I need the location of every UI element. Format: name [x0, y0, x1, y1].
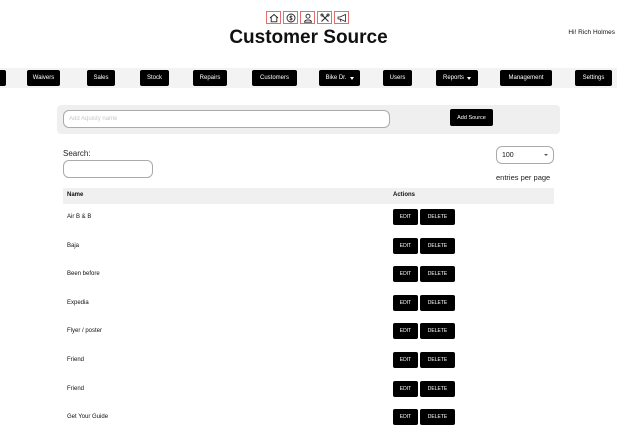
dollar-icon[interactable] [283, 11, 298, 24]
nav-item-label: Settings [582, 75, 605, 81]
delete-button[interactable]: DELETE [420, 380, 455, 397]
main-nav: Waivers Sales Stock Repairs Customers Bi… [0, 68, 617, 88]
nav-item-waivers[interactable]: Waivers [27, 70, 60, 86]
nav-item-label: Reports [442, 75, 464, 81]
user-icon[interactable] [300, 11, 315, 24]
nav-item-label: Stock [146, 75, 162, 81]
edit-button[interactable]: EDIT [393, 294, 418, 311]
entries-per-page-label: entries per page [496, 173, 551, 182]
top-icon-bar [266, 11, 349, 24]
page-title: Customer Source [229, 27, 388, 48]
nav-item-reports[interactable]: Reports [436, 70, 478, 86]
table-row: Baja EDIT DELETE [63, 237, 554, 257]
nav-item-settings[interactable]: Settings [575, 70, 612, 86]
table-row: Expedia EDIT DELETE [63, 294, 554, 314]
nav-item-label: Waivers [32, 75, 55, 81]
delete-button[interactable]: DELETE [420, 209, 455, 225]
source-name-cell: Expedia [67, 299, 89, 306]
delete-button[interactable]: DELETE [420, 323, 455, 340]
source-name-cell: Air B & B [67, 214, 92, 220]
nav-item-management[interactable]: Management [500, 70, 552, 86]
edit-button[interactable]: EDIT [393, 266, 418, 283]
nav-item-label: Sales [93, 75, 109, 81]
edit-button[interactable]: EDIT [393, 380, 418, 397]
column-header-actions: Actions [393, 192, 416, 198]
source-name-cell: Been before [67, 271, 100, 278]
user-greeting: Hi! Rich Holmes [568, 29, 615, 36]
table-row: Flyer / poster EDIT DELETE [63, 322, 554, 342]
home-icon[interactable] [266, 11, 281, 24]
table-row: Get Your Guide EDIT DELETE [63, 408, 554, 428]
table-row: Friend EDIT DELETE [63, 351, 554, 371]
search-label: Search: [63, 149, 91, 158]
delete-button[interactable]: DELETE [420, 237, 455, 254]
table-row: Been before EDIT DELETE [63, 265, 554, 285]
nav-item-users[interactable]: Users [383, 70, 412, 86]
source-name-input[interactable] [63, 110, 390, 128]
nav-item-bike-dr[interactable]: Bike Dr. [319, 70, 360, 86]
source-name-cell: Friend [67, 385, 85, 392]
nav-item-repairs[interactable]: Repairs [193, 70, 227, 86]
megaphone-icon[interactable] [334, 11, 349, 24]
source-name-cell: Get Your Guide [67, 414, 109, 421]
edit-button[interactable]: EDIT [393, 209, 418, 225]
source-name-cell: Friend [67, 357, 85, 363]
tools-icon[interactable] [317, 11, 332, 24]
delete-button[interactable]: DELETE [420, 266, 455, 283]
column-header-name[interactable]: Name [67, 192, 83, 198]
chevron-down-icon [467, 76, 471, 80]
per-page-value: 100 [502, 151, 514, 159]
chevron-down-icon [544, 154, 548, 156]
source-name-cell: Baja [67, 242, 80, 249]
delete-button[interactable]: DELETE [420, 409, 455, 426]
add-source-button[interactable]: Add Source [450, 109, 493, 126]
edit-button[interactable]: EDIT [393, 352, 418, 368]
nav-item-label: Repairs [199, 75, 221, 81]
nav-item-label: Users [389, 75, 406, 81]
nav-item-stock[interactable]: Stock [140, 70, 169, 86]
table-row: Air B & B EDIT DELETE [63, 208, 554, 228]
add-source-panel: Add Source [57, 105, 560, 134]
table-header: Name Actions [63, 188, 554, 204]
table-row: Friend EDIT DELETE [63, 380, 554, 400]
entries-per-page-select[interactable]: 100 [496, 146, 554, 164]
delete-button[interactable]: DELETE [420, 294, 455, 311]
nav-item-customers[interactable]: Customers [252, 70, 297, 86]
nav-item-sales[interactable]: Sales [87, 70, 115, 86]
nav-item-label: Customers [259, 75, 289, 81]
edit-button[interactable]: EDIT [393, 237, 418, 254]
search-input[interactable] [63, 160, 153, 178]
edit-button[interactable]: EDIT [393, 323, 418, 340]
delete-button[interactable]: DELETE [420, 352, 455, 368]
chevron-down-icon [349, 76, 354, 80]
nav-item-clipped[interactable] [0, 70, 6, 86]
nav-item-label: Management [508, 75, 544, 81]
edit-button[interactable]: EDIT [393, 409, 418, 426]
nav-item-label: Bike Dr. [325, 75, 347, 81]
source-name-cell: Flyer / poster [67, 328, 103, 335]
